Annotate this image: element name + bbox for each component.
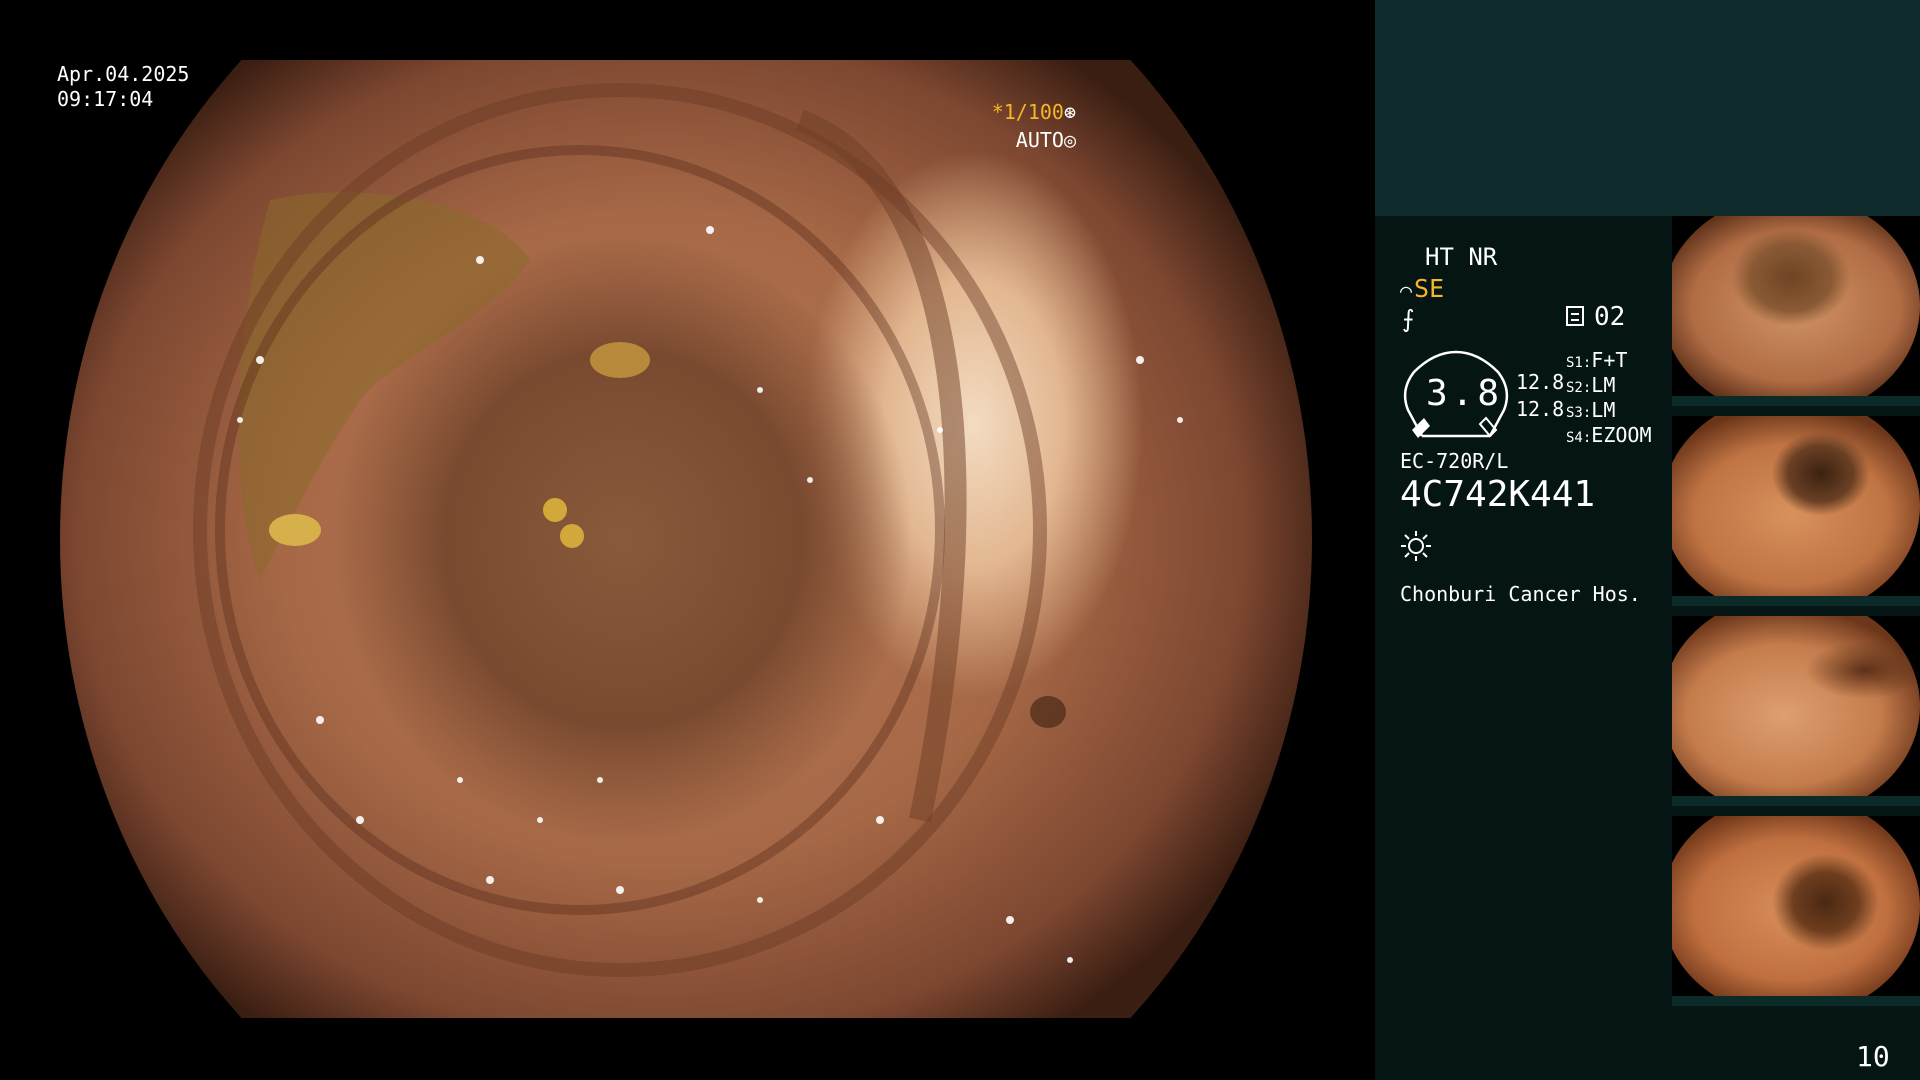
color-enhancement-icon: ⨍: [1402, 305, 1415, 333]
endoscope-live-image: [60, 60, 1312, 1018]
page-number: 10: [1856, 1040, 1890, 1073]
captured-image-thumbnail[interactable]: [1672, 816, 1920, 1006]
switch-row: S3:LM: [1566, 398, 1616, 422]
switch-row: S2:LM: [1566, 373, 1616, 397]
memo-count: 02: [1594, 302, 1626, 332]
endoscopy-screen: Apr.04.2025 09:17:04 *1/100⊛ AUTO◎ HT NR…: [0, 0, 1920, 1080]
hospital-name: Chonburi Cancer Hos.: [1400, 582, 1641, 606]
captured-image-thumbnail[interactable]: [1672, 416, 1920, 606]
switch-row: S1:F+T: [1566, 348, 1628, 372]
scope-model: EC-720R/L: [1400, 449, 1509, 473]
light-source-icon: [1401, 531, 1431, 561]
auto-exposure-icon: ◎: [1063, 128, 1076, 152]
exam-timestamp: Apr.04.2025 09:17:04: [57, 62, 189, 112]
structure-enhancement: ⌒SE: [1400, 274, 1444, 303]
ratio-bottom: 12.8: [1516, 397, 1565, 421]
image-modes: HT NR: [1425, 243, 1498, 271]
gauge-value: 3.8: [1426, 373, 1504, 414]
structure-enhancement-label: SE: [1414, 274, 1445, 303]
exposure-mode: AUTO: [1015, 128, 1064, 152]
captured-image-thumbnail[interactable]: [1672, 216, 1920, 406]
scope-serial: 4C742K441: [1400, 474, 1596, 515]
memo-icon: [1566, 306, 1584, 326]
exam-time: 09:17:04: [57, 87, 154, 111]
captured-image-thumbnail[interactable]: [1672, 616, 1920, 806]
ratio-top: 12.8: [1516, 370, 1565, 394]
shutter-speed: *1/100: [991, 100, 1064, 124]
aperture-icon: ⊛: [1063, 100, 1076, 124]
mucosa-detail: [193, 83, 1183, 977]
switch-row: S4:EZOOM: [1566, 423, 1652, 447]
exam-date: Apr.04.2025: [57, 62, 190, 86]
info-panel-header: [1375, 0, 1920, 216]
structure-enhancement-icon: ⌒: [1400, 278, 1413, 302]
shutter-info: *1/100⊛ AUTO◎: [992, 98, 1076, 154]
